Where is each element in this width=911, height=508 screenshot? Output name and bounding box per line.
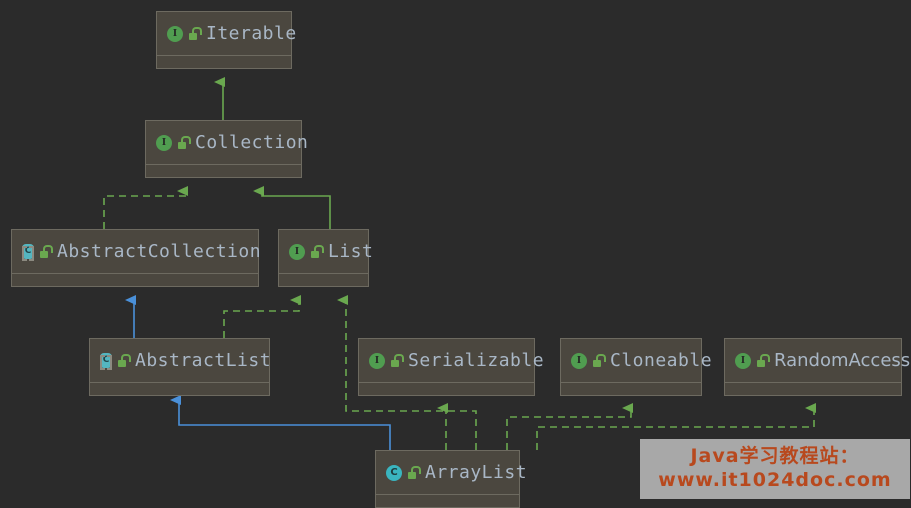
- node-body-collection: [146, 165, 301, 221]
- node-header-randomaccess: I RandomAccess: [725, 339, 910, 383]
- uml-node-randomaccess[interactable]: I RandomAccess: [724, 338, 910, 396]
- class-icon: C: [386, 464, 402, 481]
- lock-icon: [390, 354, 404, 367]
- lock-icon: [39, 245, 53, 258]
- node-header-list: I List: [279, 230, 373, 274]
- interface-icon: I: [156, 134, 172, 151]
- node-header-abstractlist: C AbstractList: [90, 339, 272, 383]
- lock-icon: [310, 245, 324, 258]
- node-body-serializable: [359, 383, 534, 439]
- uml-node-iterable[interactable]: I Iterable: [156, 11, 296, 69]
- abstract-class-icon-letter: C: [22, 244, 34, 259]
- node-body-iterable: [157, 56, 291, 112]
- node-header-serializable: I Serializable: [359, 339, 544, 383]
- lock-icon: [592, 354, 606, 367]
- lock-icon: [407, 466, 421, 479]
- node-body-list: [279, 274, 368, 330]
- node-label-arraylist: ArrayList: [425, 462, 528, 483]
- interface-icon: I: [167, 25, 183, 42]
- node-body-cloneable: [561, 383, 701, 439]
- abstract-class-icon-letter: C: [100, 353, 112, 368]
- node-label-cloneable: Cloneable: [610, 350, 713, 371]
- node-label-abstractcollection: AbstractCollection: [57, 241, 262, 262]
- uml-diagram-canvas: I Iterable I Collection C AbstractCollec…: [0, 0, 911, 508]
- node-header-iterable: I Iterable: [157, 12, 296, 56]
- abstract-class-icon: C: [22, 244, 34, 261]
- node-body-randomaccess: [725, 383, 901, 439]
- node-body-abstractcollection: [12, 274, 258, 330]
- uml-node-serializable[interactable]: I Serializable: [358, 338, 544, 396]
- node-header-cloneable: I Cloneable: [561, 339, 712, 383]
- node-header-collection: I Collection: [146, 121, 308, 165]
- node-label-list: List: [328, 241, 374, 262]
- interface-icon: I: [369, 352, 385, 369]
- uml-node-cloneable[interactable]: I Cloneable: [560, 338, 712, 396]
- node-body-abstractlist: [90, 383, 269, 439]
- node-label-serializable: Serializable: [408, 350, 545, 371]
- lock-icon: [756, 354, 770, 367]
- node-label-collection: Collection: [195, 132, 309, 153]
- watermark-overlay: Java学习教程站： www.it1024doc.com: [640, 439, 910, 499]
- watermark-line-2: www.it1024doc.com: [658, 469, 892, 491]
- lock-icon: [177, 136, 191, 149]
- uml-node-arraylist[interactable]: C ArrayList: [375, 450, 527, 508]
- interface-icon: I: [289, 243, 305, 260]
- uml-node-collection[interactable]: I Collection: [145, 120, 308, 178]
- interface-icon: I: [571, 352, 587, 369]
- node-label-randomaccess: RandomAccess: [774, 350, 911, 371]
- uml-node-list[interactable]: I List: [278, 229, 373, 287]
- lock-icon: [117, 354, 131, 367]
- uml-node-abstractcollection[interactable]: C AbstractCollection: [11, 229, 262, 287]
- node-header-abstractcollection: C AbstractCollection: [12, 230, 262, 274]
- uml-node-abstractlist[interactable]: C AbstractList: [89, 338, 272, 396]
- node-label-abstractlist: AbstractList: [135, 350, 272, 371]
- abstract-class-icon: C: [100, 353, 112, 370]
- node-header-arraylist: C ArrayList: [376, 451, 527, 495]
- node-body-arraylist: [376, 495, 519, 508]
- node-label-iterable: Iterable: [206, 23, 297, 44]
- lock-icon: [188, 27, 202, 40]
- watermark-line-1: Java学习教程站：: [690, 445, 860, 468]
- interface-icon: I: [735, 352, 751, 369]
